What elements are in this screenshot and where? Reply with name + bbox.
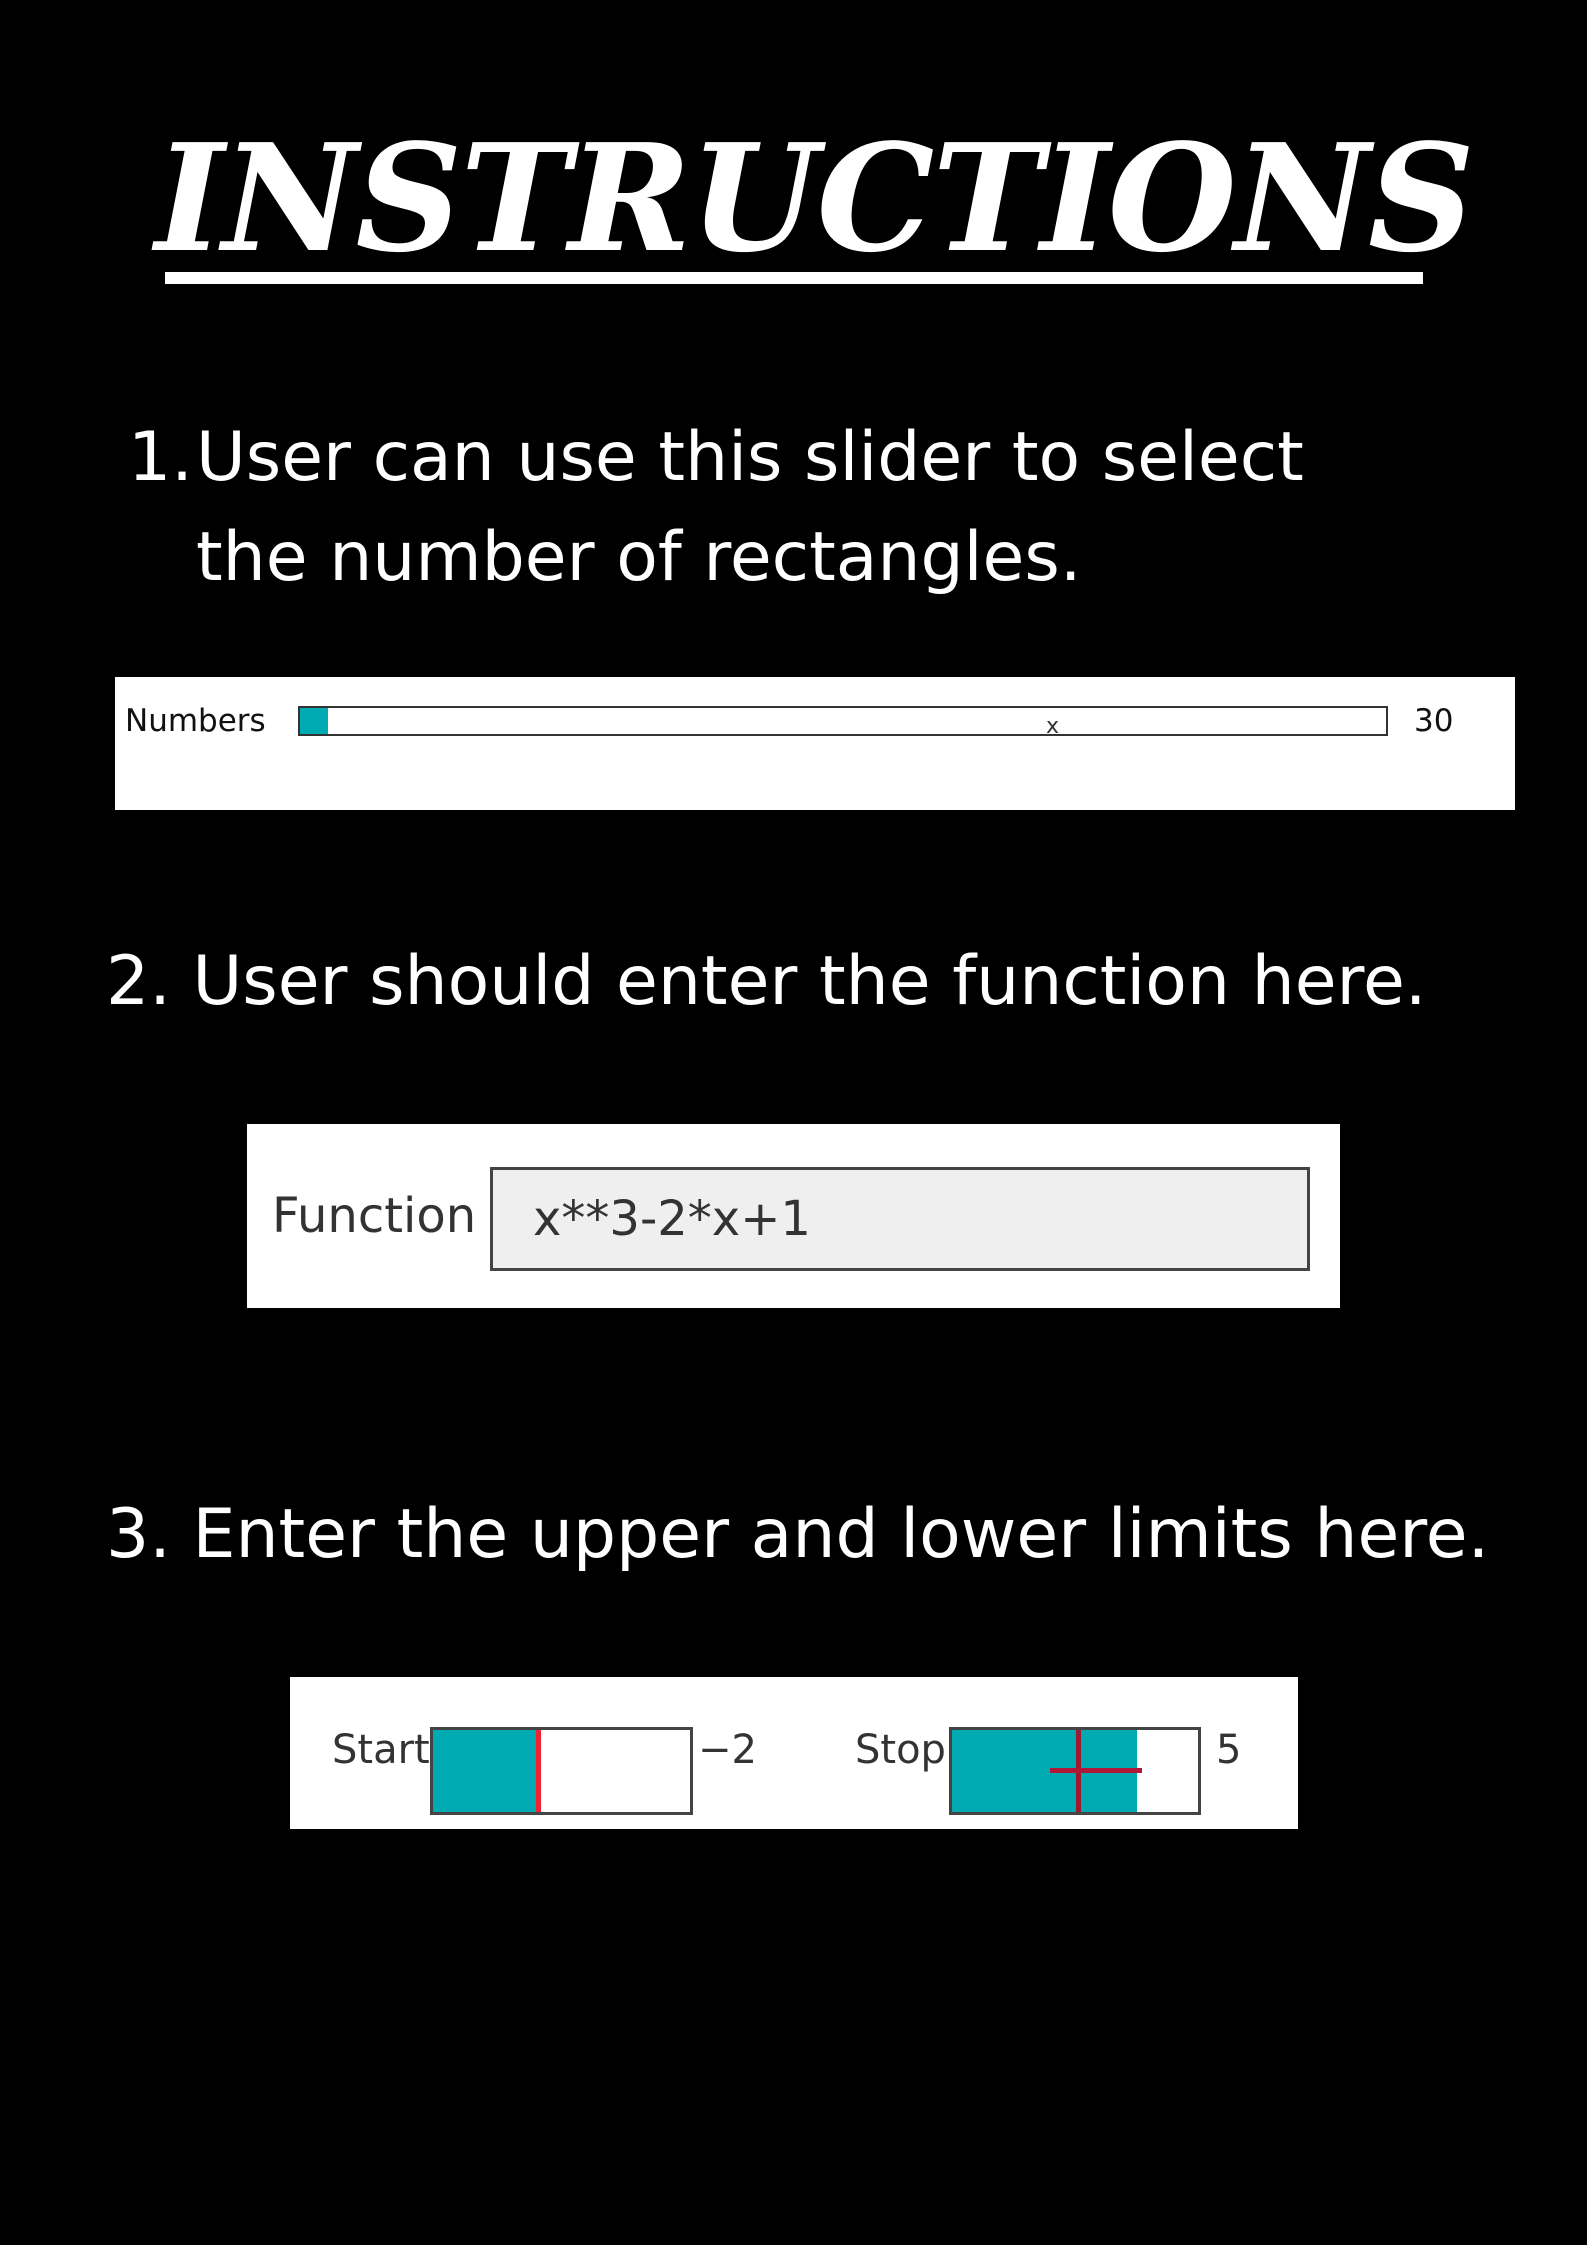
numbers-slider-fill	[300, 708, 329, 734]
stop-slider-label: Stop	[855, 1727, 946, 1773]
numbers-slider-initial-marker: x	[1046, 714, 1060, 739]
start-slider-value: −2	[698, 1727, 757, 1773]
function-input[interactable]: x**3-2*x+1	[490, 1167, 1310, 1271]
step-2-instruction: 2. User should enter the function here.	[106, 942, 1427, 1021]
title-underline	[165, 272, 1423, 284]
function-panel: Function x**3-2*x+1	[247, 1124, 1340, 1308]
start-slider-fill	[433, 1730, 539, 1812]
start-slider[interactable]	[430, 1727, 693, 1815]
numbers-slider-value: 30	[1414, 703, 1454, 739]
function-label: Function	[272, 1188, 477, 1244]
numbers-slider-label: Numbers	[125, 703, 266, 739]
page-title: INSTRUCTIONS	[155, 111, 1475, 285]
start-slider-label: Start	[332, 1727, 430, 1773]
function-input-value: x**3-2*x+1	[533, 1191, 811, 1247]
numbers-slider-panel: Numbers x 30	[115, 677, 1515, 810]
stop-slider-value: 5	[1216, 1727, 1242, 1773]
stop-slider[interactable]	[949, 1727, 1201, 1815]
limits-panel: Start −2 Stop 5	[290, 1677, 1298, 1829]
start-slider-initial-marker	[536, 1730, 541, 1812]
stop-slider-valinit-line	[1050, 1768, 1142, 1773]
numbers-slider[interactable]: x	[298, 706, 1388, 739]
step-3-instruction: 3. Enter the upper and lower limits here…	[106, 1495, 1490, 1574]
step-1-number: 1.	[128, 418, 193, 497]
step-1-text: User can use this slider to select the n…	[196, 418, 1304, 597]
